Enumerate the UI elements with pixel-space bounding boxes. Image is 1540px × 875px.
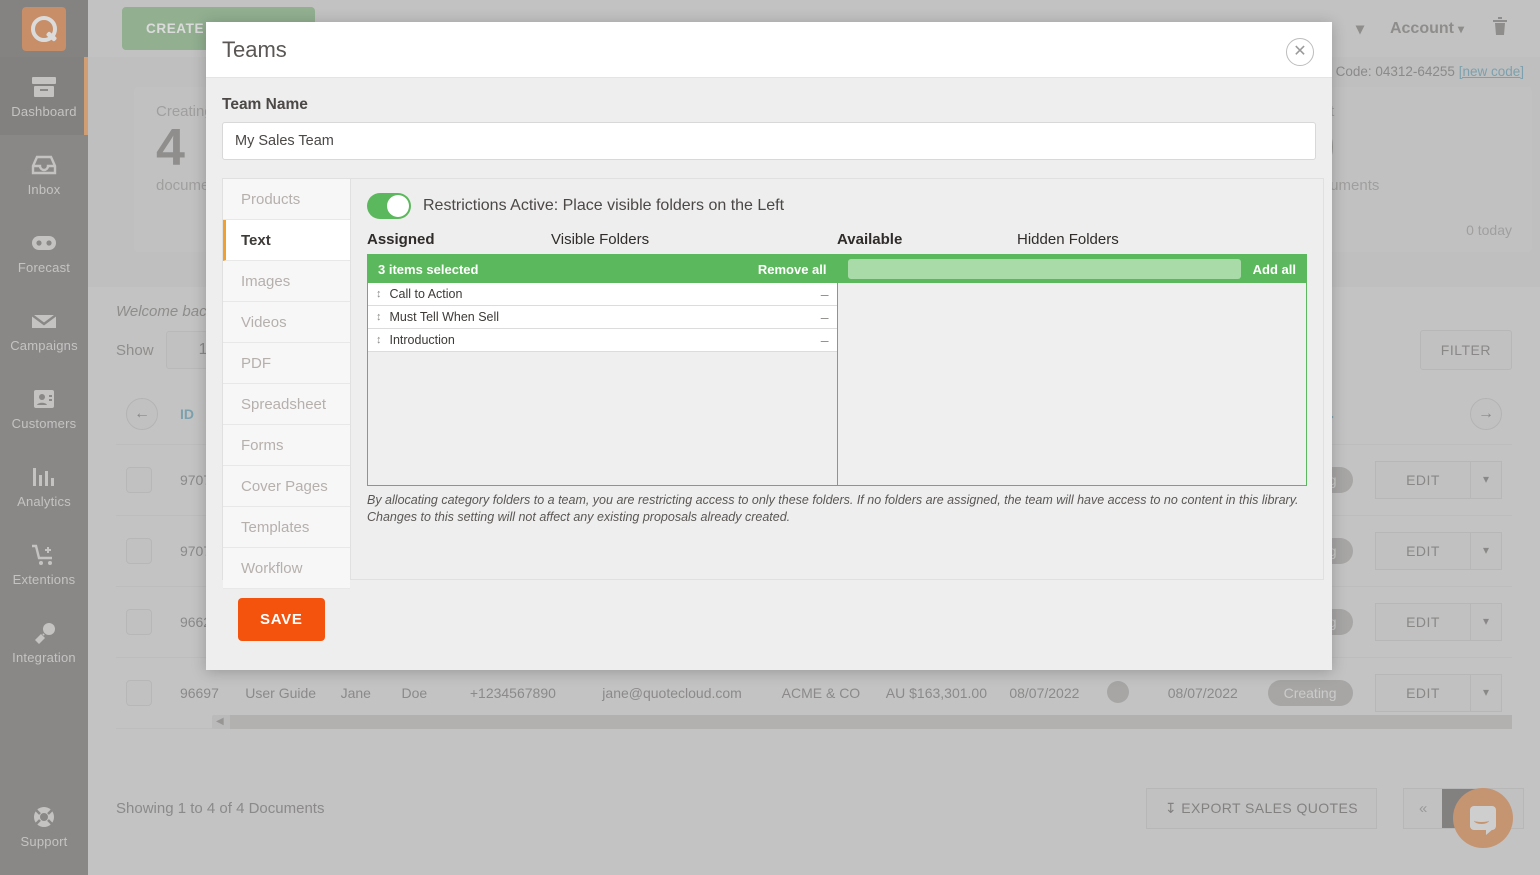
available-bar: Add all <box>838 255 1307 283</box>
tab-text[interactable]: Text <box>223 220 350 261</box>
header-assigned: Assigned <box>367 231 551 248</box>
assigned-list[interactable]: ↕ Call to Action – ↕ Must Tell When Sell… <box>368 283 837 485</box>
tab-products[interactable]: Products <box>223 179 350 220</box>
assigned-bar: 3 items selected Remove all <box>368 255 837 283</box>
tab-videos[interactable]: Videos <box>223 302 350 343</box>
modal-body: Team Name Products Text Images Videos PD… <box>206 78 1332 641</box>
tab-spreadsheet[interactable]: Spreadsheet <box>223 384 350 425</box>
list-item[interactable]: ↕ Introduction – <box>368 329 837 352</box>
save-button[interactable]: SAVE <box>238 598 325 641</box>
restrictions-label: Restrictions Active: Place visible folde… <box>423 197 784 215</box>
teams-modal: Teams ✕ Team Name Products Text Images V… <box>206 22 1332 670</box>
tab-forms[interactable]: Forms <box>223 425 350 466</box>
restrictions-toggle-row: Restrictions Active: Place visible folde… <box>367 193 1307 219</box>
drag-handle-icon[interactable]: ↕ <box>376 289 382 300</box>
header-visible-folders: Visible Folders <box>551 231 837 248</box>
list-item[interactable]: ↕ Call to Action – <box>368 283 837 306</box>
drag-handle-icon[interactable]: ↕ <box>376 335 382 346</box>
team-name-input[interactable] <box>222 122 1316 160</box>
restrictions-note: By allocating category folders to a team… <box>367 492 1307 526</box>
available-column: Add all <box>838 255 1307 485</box>
drag-handle-icon[interactable]: ↕ <box>376 312 382 323</box>
dual-list-headers: Assigned Visible Folders Available Hidde… <box>367 231 1307 248</box>
team-name-label: Team Name <box>222 96 1316 114</box>
list-item-label: Introduction <box>390 333 455 347</box>
close-icon[interactable]: ✕ <box>1286 38 1314 66</box>
list-item-label: Call to Action <box>390 287 463 301</box>
tab-images[interactable]: Images <box>223 261 350 302</box>
tab-panel: Products Text Images Videos PDF Spreadsh… <box>222 178 1316 580</box>
modal-header: Teams ✕ <box>206 22 1332 78</box>
available-list[interactable] <box>838 283 1307 485</box>
tab-pdf[interactable]: PDF <box>223 343 350 384</box>
items-selected-count: 3 items selected <box>378 262 478 277</box>
available-search-input[interactable] <box>848 259 1241 279</box>
tab-workflow[interactable]: Workflow <box>223 548 350 589</box>
library-tabs: Products Text Images Videos PDF Spreadsh… <box>222 178 350 580</box>
assigned-column: 3 items selected Remove all ↕ Call to Ac… <box>368 255 838 485</box>
restrictions-toggle[interactable] <box>367 193 411 219</box>
modal-title: Teams <box>222 37 287 63</box>
remove-all-button[interactable]: Remove all <box>758 262 827 277</box>
text-library-panel: Restrictions Active: Place visible folde… <box>350 178 1324 580</box>
remove-item-icon[interactable]: – <box>821 287 829 301</box>
modal-footer: SAVE <box>222 580 1316 641</box>
header-hidden-folders: Hidden Folders <box>1017 231 1119 248</box>
remove-item-icon[interactable]: – <box>821 333 829 347</box>
toggle-knob <box>387 195 409 217</box>
remove-item-icon[interactable]: – <box>821 310 829 324</box>
tab-cover-pages[interactable]: Cover Pages <box>223 466 350 507</box>
add-all-button[interactable]: Add all <box>1253 262 1296 277</box>
header-available: Available <box>837 231 1017 248</box>
list-item[interactable]: ↕ Must Tell When Sell – <box>368 306 837 329</box>
tab-templates[interactable]: Templates <box>223 507 350 548</box>
dual-list-box: 3 items selected Remove all ↕ Call to Ac… <box>367 254 1307 486</box>
list-item-label: Must Tell When Sell <box>390 310 500 324</box>
